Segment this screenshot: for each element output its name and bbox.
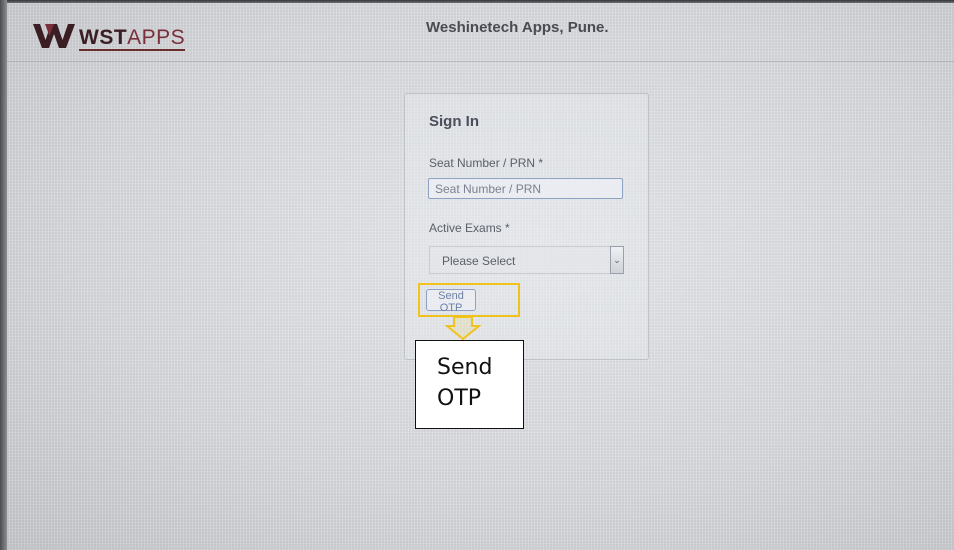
screen: WSTAPPS Weshinetech Apps, Pune. Sign In … xyxy=(0,0,954,550)
w-logo-icon xyxy=(33,24,75,48)
seat-number-label: Seat Number / PRN * xyxy=(429,156,544,170)
seat-number-input[interactable] xyxy=(428,178,623,199)
callout-arrow-icon xyxy=(445,316,481,340)
brand-wordmark-bold: WST xyxy=(79,26,128,49)
signin-card: Sign In Seat Number / PRN * Active Exams… xyxy=(404,93,649,360)
send-otp-callout: Send OTP xyxy=(415,340,524,429)
chevron-down-icon[interactable]: ⌄ xyxy=(610,246,624,274)
active-exams-label: Active Exams * xyxy=(429,221,510,235)
callout-line-2: OTP xyxy=(437,386,482,411)
send-otp-button[interactable]: Send OTP xyxy=(426,289,476,314)
site-title: Weshinetech Apps, Pune. xyxy=(426,19,609,36)
active-exams-select[interactable]: Please Select ⌄ xyxy=(429,246,624,274)
signin-title: Sign In xyxy=(429,113,479,130)
brand-wordmark-light: APPS xyxy=(127,26,186,49)
site-header: WSTAPPS Weshinetech Apps, Pune. xyxy=(7,3,954,62)
monitor-bezel-left xyxy=(0,0,7,550)
brand-wordmark: WSTAPPS xyxy=(79,26,186,51)
active-exams-selected-value: Please Select xyxy=(442,254,516,268)
callout-line-1: Send xyxy=(437,355,493,380)
brand-logo[interactable]: WSTAPPS xyxy=(31,11,191,51)
